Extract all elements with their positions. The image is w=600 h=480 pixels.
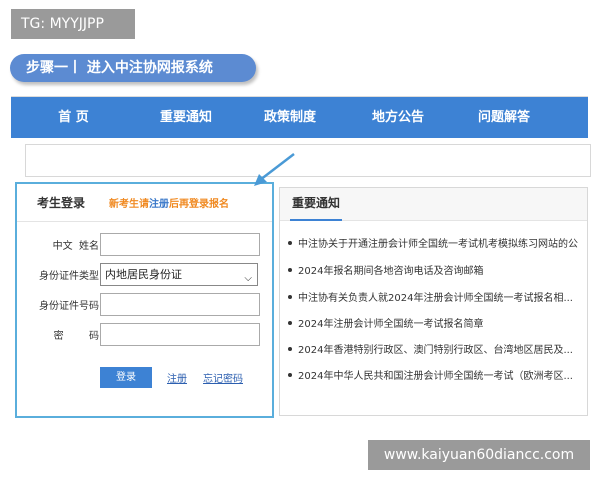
id-type-select[interactable]: 内地居民身份证 ⌵ <box>100 263 258 286</box>
nav-item-notices[interactable]: 重要通知 <box>136 97 236 138</box>
notice-item[interactable]: 2024年报名期间各地咨询电话及咨询邮箱 <box>288 262 586 276</box>
id-type-row: 身份证件类型 内地居民身份证 ⌵ <box>17 263 272 287</box>
nav-item-local-announcements[interactable]: 地方公告 <box>344 97 452 138</box>
name-input[interactable] <box>100 233 260 256</box>
notice-item[interactable]: 2024年注册会计师全国统一考试报名简章 <box>288 315 586 329</box>
forgot-password-link[interactable]: 忘记密码 <box>203 370 243 385</box>
id-number-input[interactable] <box>100 293 260 316</box>
step-title-pill: 步骤一丨 进入中注协网报系统 <box>10 54 256 82</box>
chevron-down-icon: ⌵ <box>244 273 252 284</box>
website-screenshot: 首 页 重要通知 政策制度 地方公告 问题解答 考生登录 新考生请注册后再登录报… <box>11 96 591 422</box>
login-button[interactable]: 登录 <box>100 367 152 388</box>
nav-item-faq[interactable]: 问题解答 <box>452 97 556 138</box>
id-type-label: 身份证件类型 <box>39 271 99 282</box>
password-row: 密 码 <box>17 323 272 347</box>
bullet-icon <box>288 347 292 351</box>
pointer-arrow-icon <box>254 153 295 186</box>
login-panel: 考生登录 新考生请注册后再登录报名 中文 姓名 身份证件类型 内地居民身份证 ⌵… <box>15 182 274 418</box>
nav-item-home[interactable]: 首 页 <box>11 97 136 138</box>
watermark: www.kaiyuan60diancc.com <box>368 440 590 470</box>
banner-area <box>25 144 591 177</box>
id-number-label: 身份证件号码 <box>39 301 99 312</box>
id-number-row: 身份证件号码 <box>17 293 272 317</box>
login-panel-header: 考生登录 新考生请注册后再登录报名 <box>17 184 272 222</box>
notice-panel-header: 重要通知 <box>280 188 587 221</box>
notice-item[interactable]: 中注协有关负责人就2024年注册会计师全国统一考试报名相... <box>288 289 586 303</box>
hint-register-link[interactable]: 注册 <box>149 199 169 210</box>
password-input[interactable] <box>100 323 260 346</box>
bullet-icon <box>288 373 292 377</box>
register-link[interactable]: 注册 <box>167 370 187 385</box>
hint-suffix: 后再登录报名 <box>169 199 230 210</box>
name-row: 中文 姓名 <box>17 233 272 257</box>
password-label: 密 码 <box>53 331 99 342</box>
top-navigation-bar: 首 页 重要通知 政策制度 地方公告 问题解答 <box>11 97 588 138</box>
bullet-icon <box>288 295 292 299</box>
bullet-icon <box>288 321 292 325</box>
id-type-selected-value: 内地居民身份证 <box>105 268 182 281</box>
register-hint: 新考生请注册后再登录报名 <box>109 195 229 210</box>
notice-title[interactable]: 重要通知 <box>290 188 343 221</box>
notice-item[interactable]: 中注协关于开通注册会计师全国统一考试机考模拟练习网站的公 <box>288 235 586 249</box>
name-label: 中文 姓名 <box>52 241 99 252</box>
notice-item[interactable]: 2024年香港特别行政区、澳门特别行政区、台湾地区居民及... <box>288 341 586 355</box>
channel-tag: TG: MYYJJPP <box>11 9 135 39</box>
notice-item[interactable]: 2024年中华人民共和国注册会计师全国统一考试（欧洲考区... <box>288 367 586 381</box>
hint-prefix: 新考生请 <box>109 199 150 210</box>
login-title: 考生登录 <box>37 196 86 210</box>
nav-item-policies[interactable]: 政策制度 <box>236 97 344 138</box>
bullet-icon <box>288 268 292 272</box>
notice-panel: 重要通知 中注协关于开通注册会计师全国统一考试机考模拟练习网站的公 2024年报… <box>279 187 588 416</box>
bullet-icon <box>288 241 292 245</box>
